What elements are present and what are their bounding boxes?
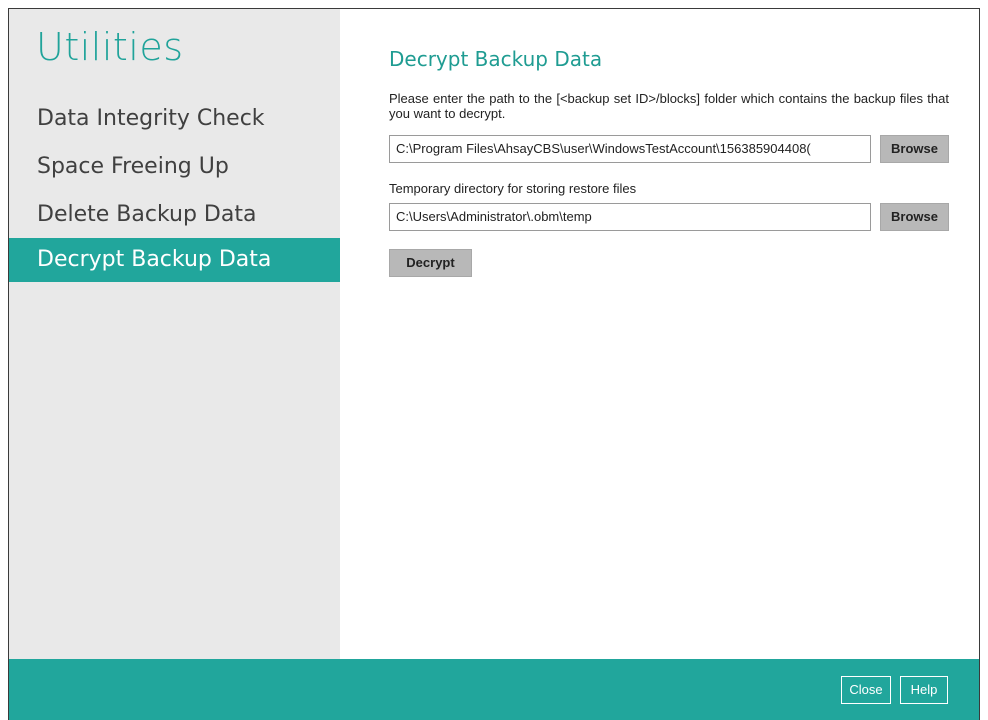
sidebar-item-data-integrity-check[interactable]: Data Integrity Check: [9, 97, 340, 141]
decrypt-backup-window: Utilities Data Integrity Check Space Fre…: [8, 8, 980, 720]
footer-bar: Close Help: [9, 659, 979, 720]
backup-path-input[interactable]: C:\Program Files\AhsayCBS\user\WindowsTe…: [389, 135, 871, 163]
sidebar: Utilities Data Integrity Check Space Fre…: [9, 9, 340, 659]
browse-backup-path-button[interactable]: Browse: [880, 135, 949, 163]
temp-directory-label: Temporary directory for storing restore …: [389, 181, 637, 196]
help-button[interactable]: Help: [900, 676, 948, 704]
browse-temp-directory-button[interactable]: Browse: [880, 203, 949, 231]
decrypt-button[interactable]: Decrypt: [389, 249, 472, 277]
temp-directory-input[interactable]: C:\Users\Administrator\.obm\temp: [389, 203, 871, 231]
page-title: Decrypt Backup Data: [389, 47, 603, 71]
sidebar-item-decrypt-backup-data[interactable]: Decrypt Backup Data: [9, 238, 340, 282]
close-button[interactable]: Close: [841, 676, 891, 704]
sidebar-title: Utilities: [36, 25, 184, 69]
main-panel: Decrypt Backup Data Please enter the pat…: [340, 9, 979, 659]
sidebar-item-space-freeing-up[interactable]: Space Freeing Up: [9, 145, 340, 189]
backup-path-description: Please enter the path to the [<backup se…: [389, 91, 949, 121]
sidebar-item-delete-backup-data[interactable]: Delete Backup Data: [9, 193, 340, 237]
